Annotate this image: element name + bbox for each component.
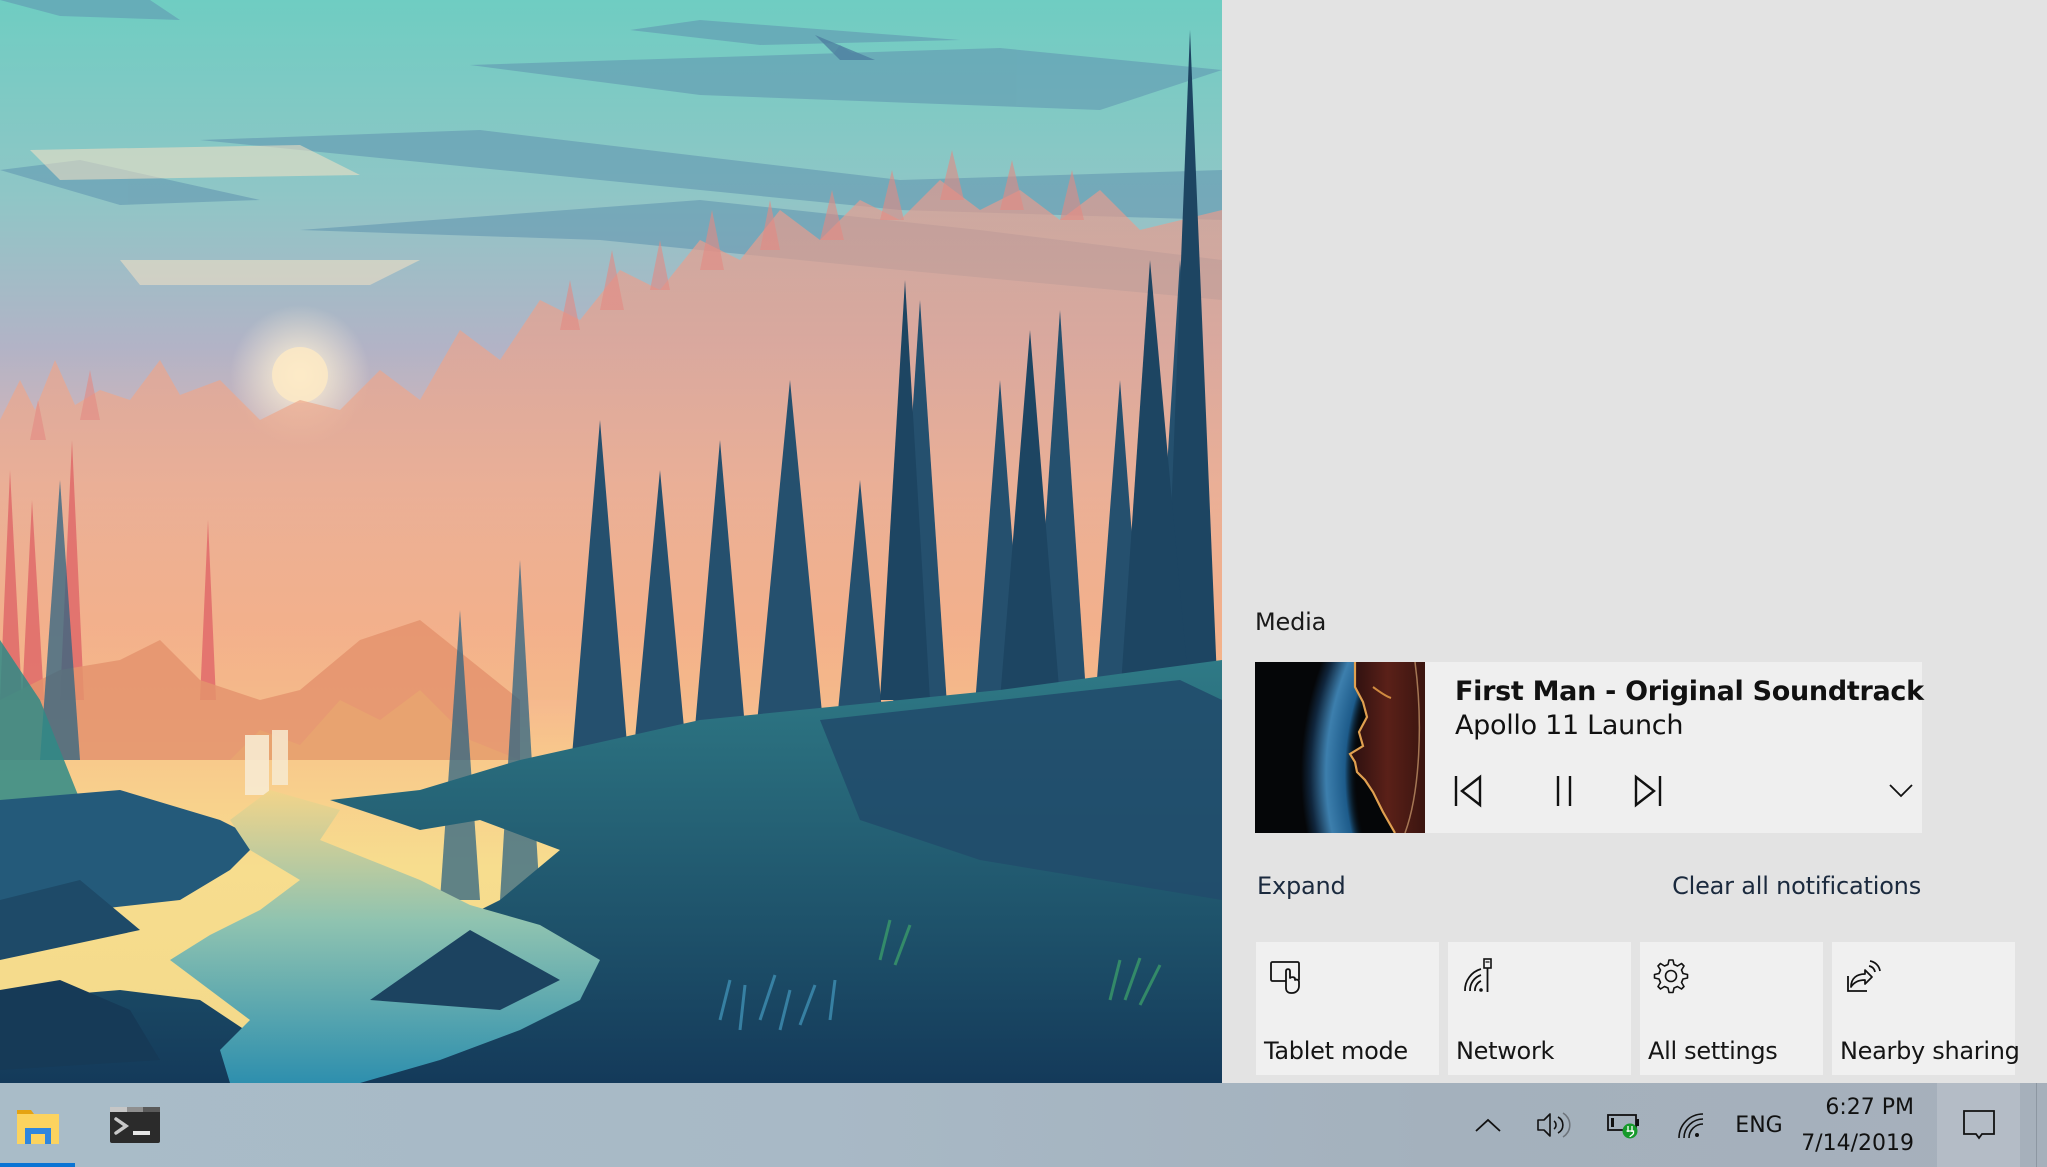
pause-icon [1556,776,1572,806]
quick-action-tablet-mode[interactable]: Tablet mode [1256,942,1439,1075]
desktop-wallpaper[interactable] [0,0,1222,1083]
expand-link[interactable]: Expand [1257,872,1346,900]
quick-action-label: Network [1456,1037,1555,1065]
nearby-sharing-icon [1847,960,1881,992]
taskbar: ENG 6:27 PM 7/14/2019 [0,1083,2047,1167]
volume-icon [1537,1112,1571,1138]
chevron-down-icon [1889,784,1913,798]
clock-time: 6:27 PM [1825,1095,1914,1120]
language-indicator: ENG [1735,1112,1783,1138]
quick-action-all-settings[interactable]: All settings [1640,942,1823,1075]
show-desktop-button[interactable] [2036,1083,2047,1167]
taskbar-app-file-explorer[interactable] [0,1083,76,1167]
quick-action-nearby-sharing[interactable]: Nearby sharing [1832,942,2020,1075]
taskbar-app-terminal[interactable] [97,1083,173,1167]
previous-track-button[interactable] [1445,768,1491,814]
show-hidden-icons-button[interactable] [1467,1083,1509,1167]
media-player-card[interactable]: First Man - Original Soundtrack Apollo 1… [1255,662,1924,833]
quick-action-label: Nearby sharing [1840,1037,2020,1065]
clock-date: 7/14/2019 [1801,1131,1914,1156]
track-title: First Man - Original Soundtrack [1455,676,1924,707]
quick-action-label: Tablet mode [1264,1037,1408,1065]
expand-media-button[interactable] [1878,768,1924,814]
battery-charging-icon [1607,1114,1639,1139]
volume-button[interactable] [1530,1083,1578,1167]
media-section-heading: Media [1255,608,1327,636]
chevron-up-icon [1475,1118,1501,1132]
quick-action-label: All settings [1648,1037,1778,1065]
album-art [1255,662,1425,833]
file-explorer-icon [17,1110,59,1144]
clock-button[interactable]: 6:27 PM 7/14/2019 [1800,1083,1920,1167]
wallpaper-illustration [0,0,1222,1083]
gear-icon [1653,959,1689,994]
notification-links: Expand Clear all notifications [1222,872,2047,912]
network-button[interactable] [1668,1083,1716,1167]
wifi-icon [1678,1113,1704,1139]
quick-action-network[interactable]: Network [1448,942,1631,1075]
network-icon [1464,958,1492,992]
next-track-icon [1634,774,1662,808]
active-app-indicator [0,1163,75,1167]
previous-track-icon [1454,774,1482,808]
terminal-icon [110,1107,160,1143]
pause-button[interactable] [1541,768,1587,814]
notifications-icon [1962,1110,1995,1140]
quick-actions: Tablet mode Network All settings Nearby … [1256,942,2020,1075]
input-language-button[interactable]: ENG [1726,1083,1792,1167]
tablet-mode-icon [1270,961,1300,994]
action-center-panel: Media First Man - Original Soundtrack Ap… [1222,0,2047,1083]
clear-all-notifications-link[interactable]: Clear all notifications [1672,872,1921,900]
action-center-button[interactable] [1937,1083,2020,1167]
track-subtitle: Apollo 11 Launch [1455,710,1684,741]
next-track-button[interactable] [1625,768,1671,814]
battery-button[interactable] [1600,1083,1648,1167]
